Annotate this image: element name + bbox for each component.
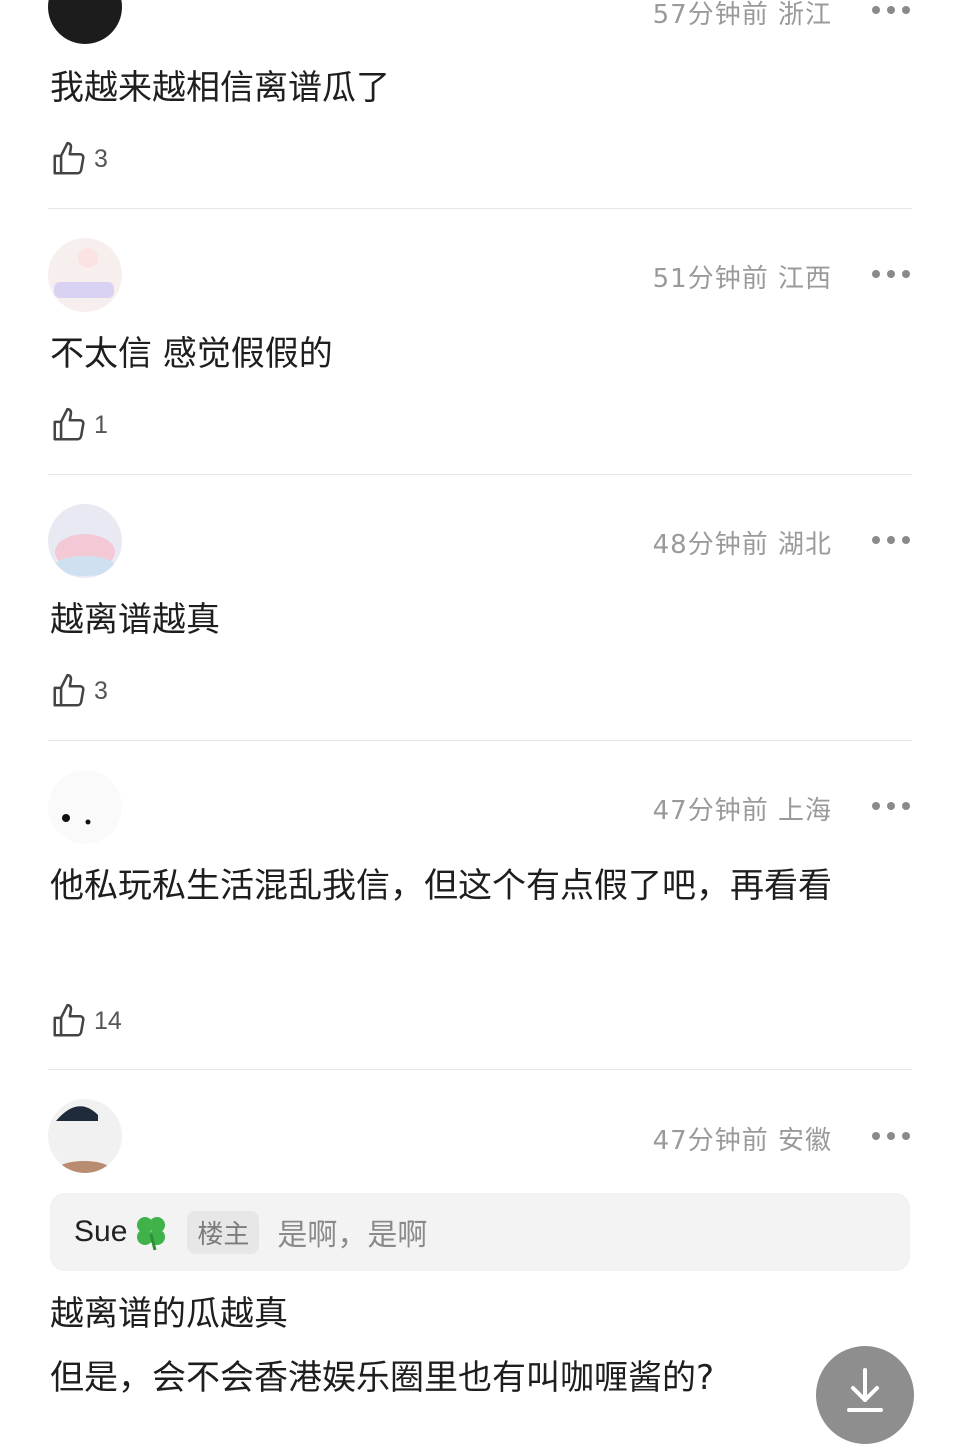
like-count: 3 xyxy=(94,676,108,705)
comment-text: 他私玩私生活混乱我信，但这个有点假了吧，再看看 xyxy=(50,866,832,906)
like-button[interactable]: 1 xyxy=(50,405,108,445)
op-badge: 楼主 xyxy=(187,1210,260,1254)
download-button[interactable] xyxy=(816,1346,914,1444)
thumbs-up-icon xyxy=(53,407,85,441)
comment-meta: 57分钟前 浙江 xyxy=(652,0,832,30)
avatar[interactable] xyxy=(48,504,122,578)
comment-meta: 48分钟前 湖北 xyxy=(652,530,832,560)
avatar[interactable] xyxy=(48,0,122,44)
more-icon[interactable] xyxy=(872,1130,910,1142)
four-leaf-clover-icon xyxy=(137,1217,166,1251)
more-icon[interactable] xyxy=(872,800,910,812)
thumbs-up-icon xyxy=(53,673,85,707)
comment-text: 我越来越相信离谱瓜了 xyxy=(50,68,390,108)
like-button[interactable]: 3 xyxy=(50,139,108,179)
comment-meta: 47分钟前 上海 xyxy=(652,796,832,826)
thumbs-up-icon xyxy=(53,1003,85,1037)
divider xyxy=(48,474,912,475)
like-count: 14 xyxy=(94,1006,122,1035)
comment-text: 不太信 感觉假假的 xyxy=(50,334,333,374)
reply-username[interactable]: Sue xyxy=(74,1215,127,1249)
comment-text: 越离谱的瓜越真 xyxy=(50,1294,288,1334)
thumbs-up-icon xyxy=(53,141,85,175)
like-count: 3 xyxy=(94,144,108,173)
avatar[interactable] xyxy=(48,1099,122,1173)
comment-meta: 47分钟前 安徽 xyxy=(652,1126,832,1156)
more-icon[interactable] xyxy=(872,534,910,546)
like-count: 1 xyxy=(94,410,108,439)
download-arrow-icon xyxy=(847,1368,883,1412)
comment-meta: 51分钟前 江西 xyxy=(652,264,832,294)
like-button[interactable]: 14 xyxy=(50,1001,122,1041)
divider xyxy=(48,740,912,741)
divider xyxy=(48,208,912,209)
avatar[interactable] xyxy=(48,770,122,844)
comment-text: 越离谱越真 xyxy=(50,600,220,640)
comment-text: 但是，会不会香港娱乐圈里也有叫咖喱酱的? xyxy=(50,1358,715,1398)
like-button[interactable]: 3 xyxy=(50,671,108,711)
author-reply-quote[interactable]: Sue 楼主 是啊，是啊 xyxy=(50,1193,910,1271)
reply-text: 是啊，是啊 xyxy=(277,1218,428,1253)
more-icon[interactable] xyxy=(872,4,910,16)
more-icon[interactable] xyxy=(872,268,910,280)
avatar[interactable] xyxy=(48,238,122,312)
divider xyxy=(48,1069,912,1070)
